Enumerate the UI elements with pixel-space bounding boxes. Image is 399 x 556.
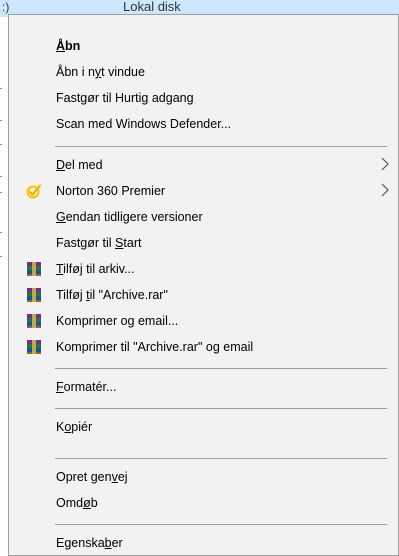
menu-item-label: Åbn i nyt vindue	[56, 65, 145, 79]
menu-item-compress-email[interactable]: Komprimer og email...	[9, 308, 398, 334]
menu-item-label: Tilføj til arkiv...	[56, 262, 135, 276]
menu-separator	[55, 524, 387, 525]
menu-separator	[55, 458, 387, 459]
menu-item-format[interactable]: Formatér...	[9, 374, 398, 400]
menu-item-label: Norton 360 Premier	[56, 184, 166, 198]
menu-item-scan-defender[interactable]: Scan med Windows Defender...	[9, 111, 398, 137]
menu-item-label: Fastgør til Hurtig adgang	[56, 91, 194, 105]
menu-item-label: Formatér...	[56, 380, 117, 394]
menu-item-open-new-window[interactable]: Åbn i nyt vindue	[9, 59, 398, 85]
menu-item-create-shortcut[interactable]: Opret genvej	[9, 464, 398, 490]
menu-item-pin-quick-access[interactable]: Fastgør til Hurtig adgang	[9, 85, 398, 111]
menu-item-label: Opret genvej	[56, 470, 128, 484]
winrar-archive-icon	[27, 288, 41, 302]
background-row-edges	[0, 20, 4, 556]
menu-item-add-to-archive[interactable]: Tilføj til arkiv...	[9, 256, 398, 282]
menu-item-pin-start[interactable]: Fastgør til Start	[9, 230, 398, 256]
menu-item-label: Scan med Windows Defender...	[56, 117, 232, 131]
menu-item-label: Fastgør til Start	[56, 236, 142, 250]
chevron-right-icon	[381, 183, 389, 197]
menu-item-restore-versions[interactable]: Gendan tidligere versioner	[9, 204, 398, 230]
winrar-archive-icon	[27, 314, 41, 328]
norton-checkmark-icon	[26, 184, 42, 199]
menu-separator	[55, 146, 387, 147]
menu-separator	[55, 368, 387, 369]
menu-item-label: Gendan tidligere versioner	[56, 210, 203, 224]
menu-item-label: Komprimer til "Archive.rar" og email	[56, 340, 254, 354]
menu-separator	[55, 408, 387, 409]
chevron-right-icon	[381, 157, 389, 171]
menu-item-label: Komprimer og email...	[56, 314, 179, 328]
menu-item-label: Kopiér	[56, 420, 93, 434]
menu-item-properties[interactable]: Egenskaber	[9, 530, 398, 556]
drive-type-label: Lokal disk	[123, 0, 181, 14]
menu-item-label: Del med	[56, 158, 103, 172]
menu-item-share-with[interactable]: Del med	[9, 152, 398, 178]
menu-item-rename[interactable]: Omdøb	[9, 490, 398, 516]
winrar-archive-icon	[27, 262, 41, 276]
menu-item-label: Tilføj til "Archive.rar"	[56, 288, 168, 302]
menu-item-label: Egenskaber	[56, 536, 123, 550]
menu-item-norton[interactable]: Norton 360 Premier	[9, 178, 398, 204]
menu-item-compress-rar-email[interactable]: Komprimer til "Archive.rar" og email	[9, 334, 398, 360]
winrar-archive-icon	[27, 340, 41, 354]
menu-item-label: Omdøb	[56, 496, 98, 510]
context-menu: Åbn Åbn i nyt vindue Fastgør til Hurtig …	[8, 14, 399, 556]
menu-item-open[interactable]: Åbn	[9, 33, 398, 59]
menu-item-copy[interactable]: Kopiér	[9, 414, 398, 440]
menu-item-label: Åbn	[56, 39, 81, 53]
menu-item-add-to-archive-rar[interactable]: Tilføj til "Archive.rar"	[9, 282, 398, 308]
drive-letter-text: :)	[2, 0, 10, 14]
